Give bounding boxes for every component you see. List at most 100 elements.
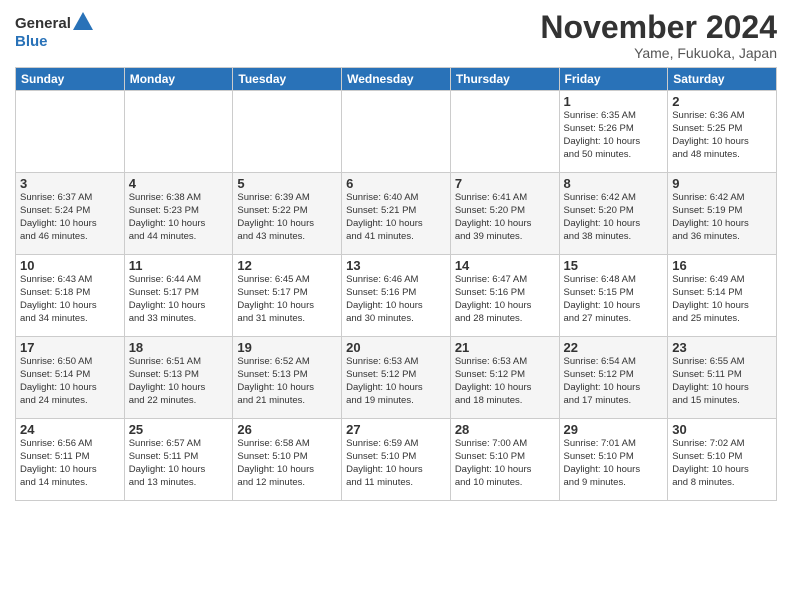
day-number: 5 xyxy=(237,176,337,191)
day-info: Sunrise: 6:38 AM Sunset: 5:23 PM Dayligh… xyxy=(129,192,229,243)
day-info: Sunrise: 6:55 AM Sunset: 5:11 PM Dayligh… xyxy=(672,356,772,407)
day-number: 27 xyxy=(346,422,446,437)
calendar-cell: 11Sunrise: 6:44 AM Sunset: 5:17 PM Dayli… xyxy=(124,255,233,337)
calendar-cell: 9Sunrise: 6:42 AM Sunset: 5:19 PM Daylig… xyxy=(668,173,777,255)
calendar-cell xyxy=(342,91,451,173)
header-friday: Friday xyxy=(559,68,668,91)
day-info: Sunrise: 6:47 AM Sunset: 5:16 PM Dayligh… xyxy=(455,274,555,325)
day-info: Sunrise: 6:49 AM Sunset: 5:14 PM Dayligh… xyxy=(672,274,772,325)
day-info: Sunrise: 6:40 AM Sunset: 5:21 PM Dayligh… xyxy=(346,192,446,243)
week-row-0: 1Sunrise: 6:35 AM Sunset: 5:26 PM Daylig… xyxy=(16,91,777,173)
calendar-cell: 28Sunrise: 7:00 AM Sunset: 5:10 PM Dayli… xyxy=(450,419,559,501)
day-info: Sunrise: 6:53 AM Sunset: 5:12 PM Dayligh… xyxy=(346,356,446,407)
day-number: 22 xyxy=(564,340,664,355)
calendar-cell: 18Sunrise: 6:51 AM Sunset: 5:13 PM Dayli… xyxy=(124,337,233,419)
week-row-3: 17Sunrise: 6:50 AM Sunset: 5:14 PM Dayli… xyxy=(16,337,777,419)
calendar-body: 1Sunrise: 6:35 AM Sunset: 5:26 PM Daylig… xyxy=(16,91,777,501)
day-info: Sunrise: 6:44 AM Sunset: 5:17 PM Dayligh… xyxy=(129,274,229,325)
day-info: Sunrise: 6:57 AM Sunset: 5:11 PM Dayligh… xyxy=(129,438,229,489)
calendar-cell: 27Sunrise: 6:59 AM Sunset: 5:10 PM Dayli… xyxy=(342,419,451,501)
day-number: 29 xyxy=(564,422,664,437)
day-info: Sunrise: 6:59 AM Sunset: 5:10 PM Dayligh… xyxy=(346,438,446,489)
header-sunday: Sunday xyxy=(16,68,125,91)
calendar-cell: 30Sunrise: 7:02 AM Sunset: 5:10 PM Dayli… xyxy=(668,419,777,501)
calendar-cell: 23Sunrise: 6:55 AM Sunset: 5:11 PM Dayli… xyxy=(668,337,777,419)
svg-text:Blue: Blue xyxy=(15,33,48,50)
header: General Blue November 2024 Yame, Fukuoka… xyxy=(15,10,777,61)
calendar-cell: 1Sunrise: 6:35 AM Sunset: 5:26 PM Daylig… xyxy=(559,91,668,173)
day-number: 25 xyxy=(129,422,229,437)
calendar-cell: 8Sunrise: 6:42 AM Sunset: 5:20 PM Daylig… xyxy=(559,173,668,255)
day-info: Sunrise: 6:51 AM Sunset: 5:13 PM Dayligh… xyxy=(129,356,229,407)
calendar-cell: 22Sunrise: 6:54 AM Sunset: 5:12 PM Dayli… xyxy=(559,337,668,419)
day-number: 20 xyxy=(346,340,446,355)
day-number: 26 xyxy=(237,422,337,437)
calendar-header-row: SundayMondayTuesdayWednesdayThursdayFrid… xyxy=(16,68,777,91)
day-number: 8 xyxy=(564,176,664,191)
day-info: Sunrise: 6:54 AM Sunset: 5:12 PM Dayligh… xyxy=(564,356,664,407)
week-row-4: 24Sunrise: 6:56 AM Sunset: 5:11 PM Dayli… xyxy=(16,419,777,501)
week-row-1: 3Sunrise: 6:37 AM Sunset: 5:24 PM Daylig… xyxy=(16,173,777,255)
day-number: 16 xyxy=(672,258,772,273)
week-row-2: 10Sunrise: 6:43 AM Sunset: 5:18 PM Dayli… xyxy=(16,255,777,337)
day-info: Sunrise: 6:45 AM Sunset: 5:17 PM Dayligh… xyxy=(237,274,337,325)
day-info: Sunrise: 6:37 AM Sunset: 5:24 PM Dayligh… xyxy=(20,192,120,243)
calendar-cell: 15Sunrise: 6:48 AM Sunset: 5:15 PM Dayli… xyxy=(559,255,668,337)
header-tuesday: Tuesday xyxy=(233,68,342,91)
day-info: Sunrise: 6:39 AM Sunset: 5:22 PM Dayligh… xyxy=(237,192,337,243)
day-info: Sunrise: 6:42 AM Sunset: 5:20 PM Dayligh… xyxy=(564,192,664,243)
calendar-cell: 17Sunrise: 6:50 AM Sunset: 5:14 PM Dayli… xyxy=(16,337,125,419)
calendar-cell: 3Sunrise: 6:37 AM Sunset: 5:24 PM Daylig… xyxy=(16,173,125,255)
day-info: Sunrise: 6:43 AM Sunset: 5:18 PM Dayligh… xyxy=(20,274,120,325)
day-info: Sunrise: 6:58 AM Sunset: 5:10 PM Dayligh… xyxy=(237,438,337,489)
calendar-cell xyxy=(450,91,559,173)
header-saturday: Saturday xyxy=(668,68,777,91)
page: General Blue November 2024 Yame, Fukuoka… xyxy=(0,0,792,612)
day-info: Sunrise: 6:42 AM Sunset: 5:19 PM Dayligh… xyxy=(672,192,772,243)
day-number: 21 xyxy=(455,340,555,355)
calendar-cell: 10Sunrise: 6:43 AM Sunset: 5:18 PM Dayli… xyxy=(16,255,125,337)
day-number: 10 xyxy=(20,258,120,273)
header-wednesday: Wednesday xyxy=(342,68,451,91)
day-number: 9 xyxy=(672,176,772,191)
calendar-cell: 26Sunrise: 6:58 AM Sunset: 5:10 PM Dayli… xyxy=(233,419,342,501)
day-number: 2 xyxy=(672,94,772,109)
main-title: November 2024 xyxy=(540,10,777,45)
day-info: Sunrise: 6:52 AM Sunset: 5:13 PM Dayligh… xyxy=(237,356,337,407)
day-info: Sunrise: 6:35 AM Sunset: 5:26 PM Dayligh… xyxy=(564,110,664,161)
calendar-cell: 2Sunrise: 6:36 AM Sunset: 5:25 PM Daylig… xyxy=(668,91,777,173)
day-number: 1 xyxy=(564,94,664,109)
day-number: 23 xyxy=(672,340,772,355)
header-monday: Monday xyxy=(124,68,233,91)
subtitle: Yame, Fukuoka, Japan xyxy=(540,45,777,61)
calendar-cell xyxy=(233,91,342,173)
day-info: Sunrise: 6:41 AM Sunset: 5:20 PM Dayligh… xyxy=(455,192,555,243)
calendar: SundayMondayTuesdayWednesdayThursdayFrid… xyxy=(15,67,777,501)
calendar-cell: 16Sunrise: 6:49 AM Sunset: 5:14 PM Dayli… xyxy=(668,255,777,337)
calendar-cell: 20Sunrise: 6:53 AM Sunset: 5:12 PM Dayli… xyxy=(342,337,451,419)
logo: General Blue xyxy=(15,10,95,55)
calendar-cell xyxy=(124,91,233,173)
calendar-cell xyxy=(16,91,125,173)
day-info: Sunrise: 6:36 AM Sunset: 5:25 PM Dayligh… xyxy=(672,110,772,161)
day-info: Sunrise: 7:02 AM Sunset: 5:10 PM Dayligh… xyxy=(672,438,772,489)
day-number: 19 xyxy=(237,340,337,355)
day-number: 6 xyxy=(346,176,446,191)
day-number: 17 xyxy=(20,340,120,355)
logo-svg: General Blue xyxy=(15,10,95,55)
day-info: Sunrise: 6:53 AM Sunset: 5:12 PM Dayligh… xyxy=(455,356,555,407)
calendar-cell: 24Sunrise: 6:56 AM Sunset: 5:11 PM Dayli… xyxy=(16,419,125,501)
title-block: November 2024 Yame, Fukuoka, Japan xyxy=(540,10,777,61)
day-info: Sunrise: 6:56 AM Sunset: 5:11 PM Dayligh… xyxy=(20,438,120,489)
day-number: 11 xyxy=(129,258,229,273)
calendar-cell: 21Sunrise: 6:53 AM Sunset: 5:12 PM Dayli… xyxy=(450,337,559,419)
day-number: 18 xyxy=(129,340,229,355)
calendar-cell: 5Sunrise: 6:39 AM Sunset: 5:22 PM Daylig… xyxy=(233,173,342,255)
day-number: 30 xyxy=(672,422,772,437)
calendar-cell: 14Sunrise: 6:47 AM Sunset: 5:16 PM Dayli… xyxy=(450,255,559,337)
header-thursday: Thursday xyxy=(450,68,559,91)
calendar-cell: 29Sunrise: 7:01 AM Sunset: 5:10 PM Dayli… xyxy=(559,419,668,501)
calendar-cell: 6Sunrise: 6:40 AM Sunset: 5:21 PM Daylig… xyxy=(342,173,451,255)
day-number: 12 xyxy=(237,258,337,273)
day-info: Sunrise: 6:48 AM Sunset: 5:15 PM Dayligh… xyxy=(564,274,664,325)
